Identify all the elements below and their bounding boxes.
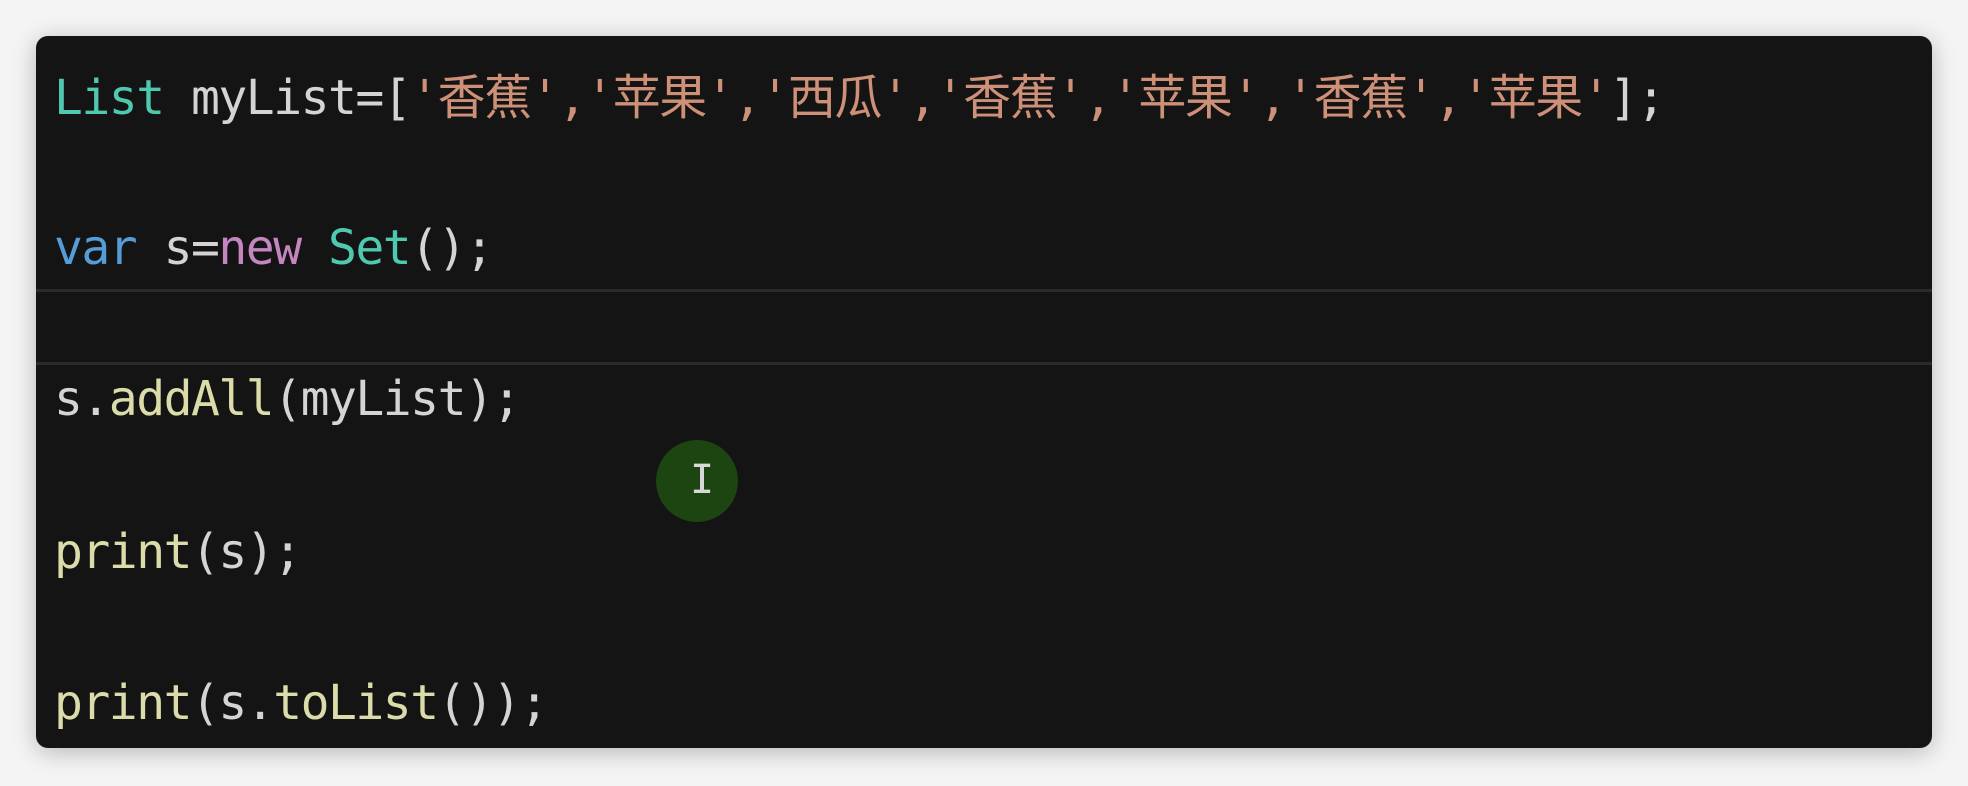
text-cursor-icon: I — [690, 457, 715, 503]
type-token: List — [54, 70, 165, 126]
identifier-token: s. — [54, 371, 110, 427]
args-token: ()); — [437, 675, 549, 731]
code-line-1[interactable]: List myList=['香蕉','苹果','西瓜','香蕉','苹果','香… — [54, 63, 1665, 133]
current-line-highlight — [36, 289, 1932, 365]
code-line-3[interactable]: s.addAll(myList); — [54, 364, 521, 434]
new-keyword-token: new — [218, 220, 302, 276]
function-token: toList — [273, 675, 439, 731]
type-token: Set — [300, 220, 412, 276]
args-token: (myList); — [273, 371, 521, 427]
function-token: print — [54, 675, 193, 731]
code-editor[interactable]: List myList=['香蕉','苹果','西瓜','香蕉','苹果','香… — [36, 36, 1932, 748]
identifier-token: myList=[ — [163, 70, 412, 126]
code-line-5[interactable]: print(s.toList()); — [54, 668, 549, 738]
args-token: (s. — [191, 675, 275, 731]
punctuation-token: (); — [410, 220, 494, 276]
keyword-token: var — [54, 220, 138, 276]
code-line-4[interactable]: print(s); — [54, 517, 302, 587]
args-token: (s); — [191, 524, 302, 580]
function-token: addAll — [108, 371, 275, 427]
function-token: print — [54, 524, 193, 580]
identifier-token: s= — [136, 220, 220, 276]
string-list-token: '香蕉','苹果','西瓜','香蕉','苹果','香蕉','苹果' — [410, 70, 1610, 126]
punctuation-token: ]; — [1609, 70, 1665, 126]
code-line-2[interactable]: var s=new Set(); — [54, 213, 494, 283]
